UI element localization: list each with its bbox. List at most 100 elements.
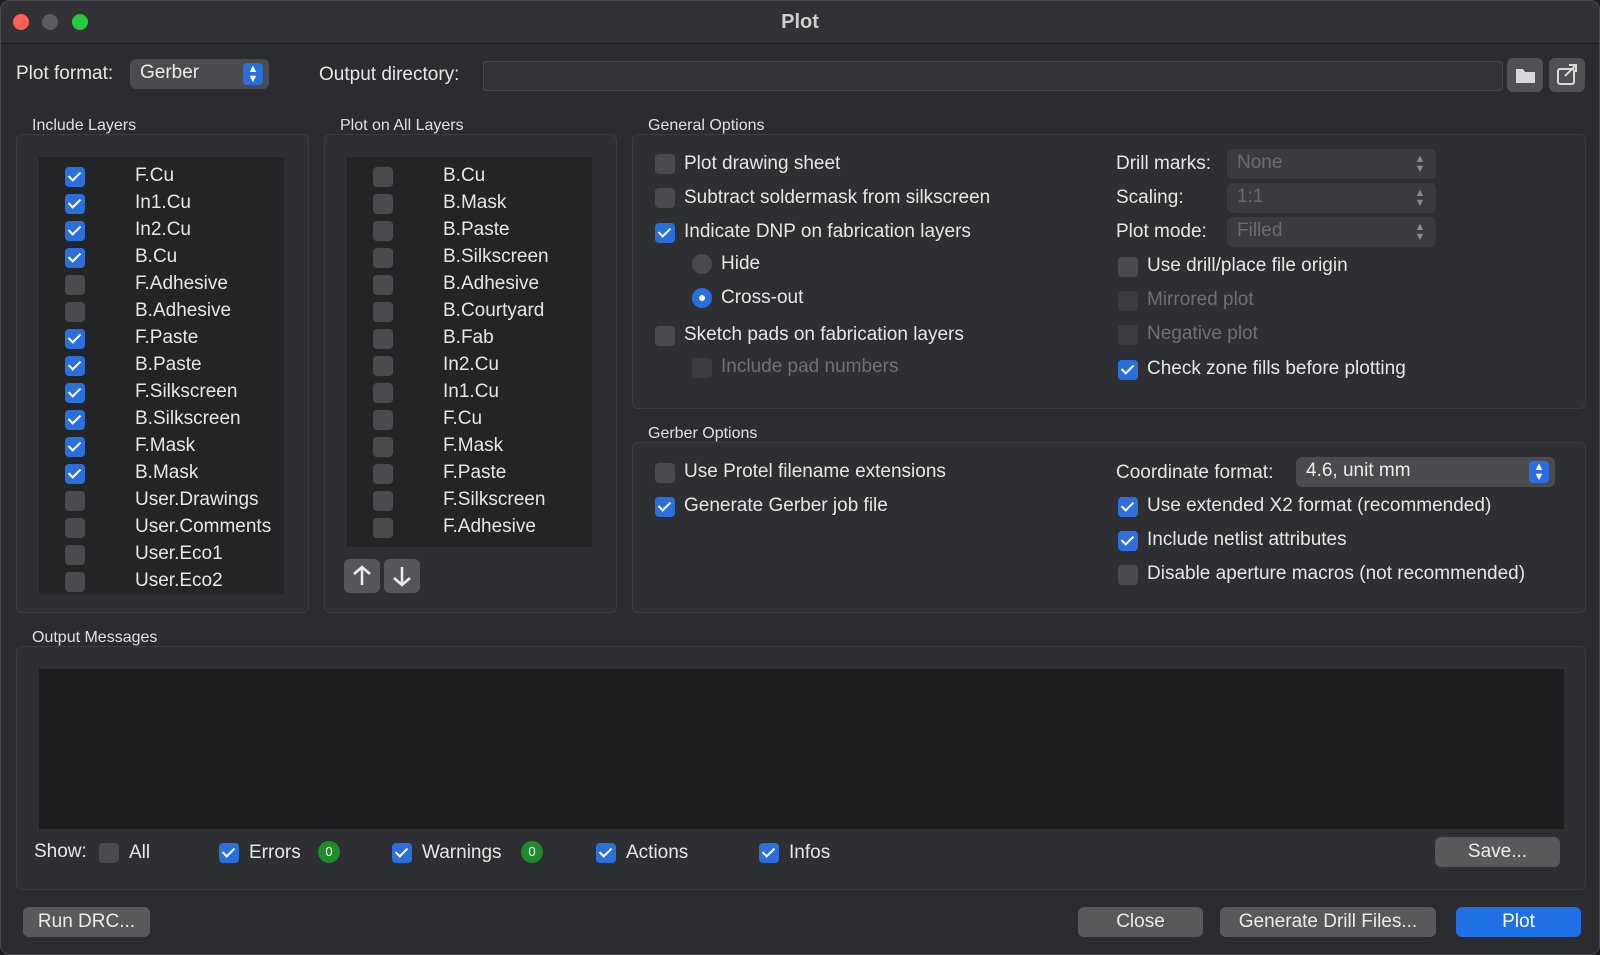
include-layer-checkbox[interactable] xyxy=(65,437,85,457)
move-up-button[interactable] xyxy=(344,559,380,593)
include-layer-checkbox[interactable] xyxy=(65,464,85,484)
show-infos-checkbox[interactable] xyxy=(759,843,779,863)
all-layer-row[interactable]: B.Cu xyxy=(347,164,592,190)
include-layer-checkbox[interactable] xyxy=(65,329,85,349)
disable-aperture-macros-checkbox[interactable] xyxy=(1118,565,1138,585)
move-down-button[interactable] xyxy=(384,559,420,593)
generate-drill-files-button[interactable]: Generate Drill Files... xyxy=(1220,907,1436,937)
sketch-pads-checkbox[interactable] xyxy=(655,326,675,346)
plot-all-layers-list[interactable]: B.Cu B.Mask B.Paste B.Silkscreen B.Adhesive B… xyxy=(347,157,592,547)
show-all-checkbox[interactable] xyxy=(99,843,119,863)
all-layer-row[interactable]: B.Adhesive xyxy=(347,272,592,298)
indicate-dnp-checkbox[interactable] xyxy=(655,223,675,243)
include-layer-checkbox[interactable] xyxy=(65,194,85,214)
run-drc-button[interactable]: Run DRC... xyxy=(23,907,150,937)
include-layer-checkbox[interactable] xyxy=(65,410,85,430)
all-layer-checkbox[interactable] xyxy=(373,410,393,430)
coordinate-format-select[interactable]: 4.6, unit mm ▲ ▼ xyxy=(1296,457,1555,487)
plot-format-select[interactable]: Gerber ▲ ▼ xyxy=(130,59,269,89)
use-drill-origin-checkbox[interactable] xyxy=(1118,257,1138,277)
cross-out-radio[interactable] xyxy=(692,288,712,308)
all-layer-checkbox[interactable] xyxy=(373,329,393,349)
all-layer-row[interactable]: F.Adhesive xyxy=(347,515,592,541)
x2-format-checkbox[interactable] xyxy=(1118,497,1138,517)
include-layer-row[interactable]: F.Cu xyxy=(39,164,284,190)
include-layer-row[interactable]: B.Adhesive xyxy=(39,299,284,325)
netlist-attributes-checkbox[interactable] xyxy=(1118,531,1138,551)
drill-marks-select[interactable]: None ▲ ▼ xyxy=(1227,149,1436,179)
include-layer-row[interactable]: B.Silkscreen xyxy=(39,407,284,433)
browse-folder-button[interactable] xyxy=(1507,58,1543,92)
all-layer-checkbox[interactable] xyxy=(373,356,393,376)
all-layer-row[interactable]: In1.Cu xyxy=(347,380,592,406)
plot-dialog: Plot Plot format: Gerber ▲ ▼ Output direc… xyxy=(0,0,1600,955)
include-layer-checkbox[interactable] xyxy=(65,491,85,511)
include-layer-row[interactable]: B.Paste xyxy=(39,353,284,379)
include-layer-checkbox[interactable] xyxy=(65,545,85,565)
all-layer-checkbox[interactable] xyxy=(373,221,393,241)
all-layer-checkbox[interactable] xyxy=(373,491,393,511)
include-layer-row[interactable]: In1.Cu xyxy=(39,191,284,217)
all-layer-row[interactable]: F.Cu xyxy=(347,407,592,433)
subtract-soldermask-checkbox[interactable] xyxy=(655,188,675,208)
plot-button[interactable]: Plot xyxy=(1456,907,1581,937)
include-layer-row[interactable]: B.Cu xyxy=(39,245,284,271)
all-layer-row[interactable]: B.Silkscreen xyxy=(347,245,592,271)
show-errors-checkbox[interactable] xyxy=(219,843,239,863)
mirrored-plot-checkbox[interactable] xyxy=(1118,291,1138,311)
all-layer-row[interactable]: F.Paste xyxy=(347,461,592,487)
include-layer-row[interactable]: In2.Cu xyxy=(39,218,284,244)
all-layer-row[interactable]: B.Paste xyxy=(347,218,592,244)
include-layer-row[interactable]: F.Mask xyxy=(39,434,284,460)
include-layer-row[interactable]: F.Paste xyxy=(39,326,284,352)
save-messages-button[interactable]: Save... xyxy=(1435,837,1560,867)
include-layer-row[interactable]: B.Mask xyxy=(39,461,284,487)
all-layer-checkbox[interactable] xyxy=(373,275,393,295)
all-layer-row[interactable]: In2.Cu xyxy=(347,353,592,379)
include-layer-checkbox[interactable] xyxy=(65,275,85,295)
protel-extensions-checkbox[interactable] xyxy=(655,463,675,483)
all-layer-checkbox[interactable] xyxy=(373,302,393,322)
all-layer-row[interactable]: B.Mask xyxy=(347,191,592,217)
all-layer-checkbox[interactable] xyxy=(373,248,393,268)
include-layer-row[interactable]: F.Silkscreen xyxy=(39,380,284,406)
include-layer-row[interactable]: User.Eco2 xyxy=(39,569,284,594)
include-pad-numbers-checkbox[interactable] xyxy=(692,358,712,378)
all-layer-row[interactable]: B.Courtyard xyxy=(347,299,592,325)
include-layer-checkbox[interactable] xyxy=(65,221,85,241)
include-layer-row[interactable]: User.Eco1 xyxy=(39,542,284,568)
all-layer-checkbox[interactable] xyxy=(373,194,393,214)
show-actions-checkbox[interactable] xyxy=(596,843,616,863)
all-layer-row[interactable]: B.Fab xyxy=(347,326,592,352)
all-layer-checkbox[interactable] xyxy=(373,518,393,538)
show-warnings-checkbox[interactable] xyxy=(392,843,412,863)
include-layer-checkbox[interactable] xyxy=(65,518,85,538)
include-layer-row[interactable]: User.Drawings xyxy=(39,488,284,514)
include-layer-row[interactable]: F.Adhesive xyxy=(39,272,284,298)
output-directory-input[interactable] xyxy=(483,61,1503,91)
all-layer-checkbox[interactable] xyxy=(373,383,393,403)
all-layer-row[interactable]: F.Mask xyxy=(347,434,592,460)
all-layer-checkbox[interactable] xyxy=(373,167,393,187)
all-layer-checkbox[interactable] xyxy=(373,464,393,484)
include-layer-checkbox[interactable] xyxy=(65,383,85,403)
all-layer-checkbox[interactable] xyxy=(373,437,393,457)
include-layer-checkbox[interactable] xyxy=(65,302,85,322)
hide-radio[interactable] xyxy=(692,254,712,274)
include-layer-row[interactable]: User.Comments xyxy=(39,515,284,541)
include-layer-checkbox[interactable] xyxy=(65,167,85,187)
include-layers-list[interactable]: F.Cu In1.Cu In2.Cu B.Cu F.Adhesive B.Adhesive… xyxy=(39,157,284,594)
check-zone-fills-checkbox[interactable] xyxy=(1118,360,1138,380)
open-directory-button[interactable] xyxy=(1549,58,1585,92)
include-layer-checkbox[interactable] xyxy=(65,356,85,376)
negative-plot-checkbox[interactable] xyxy=(1118,325,1138,345)
gerber-job-file-checkbox[interactable] xyxy=(655,497,675,517)
close-button[interactable]: Close xyxy=(1078,907,1203,937)
include-layer-checkbox[interactable] xyxy=(65,248,85,268)
output-messages-area[interactable] xyxy=(39,669,1564,829)
scaling-select[interactable]: 1:1 ▲ ▼ xyxy=(1227,183,1436,213)
plot-drawing-sheet-checkbox[interactable] xyxy=(655,154,675,174)
all-layer-row[interactable]: F.Silkscreen xyxy=(347,488,592,514)
plot-mode-select[interactable]: Filled ▲ ▼ xyxy=(1227,217,1436,247)
include-layer-checkbox[interactable] xyxy=(65,572,85,592)
